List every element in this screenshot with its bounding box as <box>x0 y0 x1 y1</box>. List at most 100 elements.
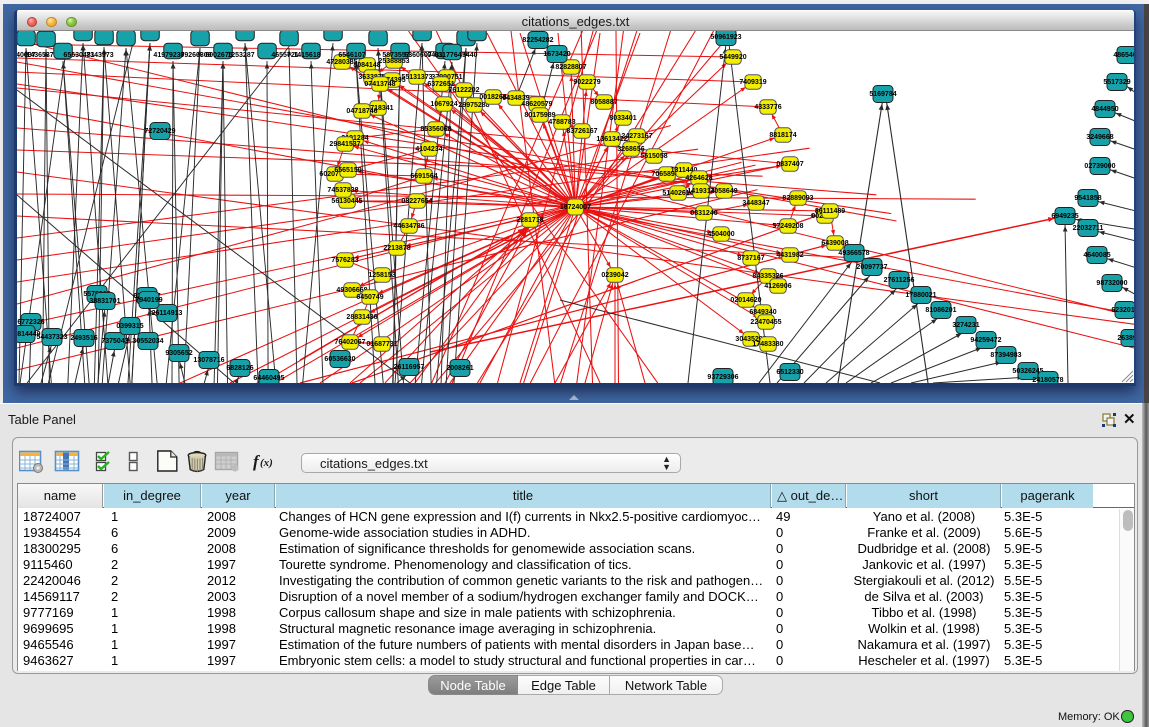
svg-text:29841537: 29841537 <box>329 141 360 148</box>
svg-text:38831701: 38831701 <box>89 298 120 305</box>
svg-text:0239042: 0239042 <box>601 272 628 279</box>
svg-text:29975288: 29975288 <box>458 102 489 109</box>
svg-text:26116957: 26116957 <box>394 364 425 371</box>
svg-text:9541858: 9541858 <box>1074 195 1101 202</box>
svg-text:22470455: 22470455 <box>750 319 781 326</box>
svg-text:1258153: 1258153 <box>368 272 395 279</box>
svg-text:94259472: 94259472 <box>970 337 1001 344</box>
svg-text:7343373: 7343373 <box>86 52 113 59</box>
svg-text:26114913: 26114913 <box>152 310 183 317</box>
svg-text:4104234: 4104234 <box>415 146 442 153</box>
svg-text:5169784: 5169784 <box>869 91 896 98</box>
svg-text:5515058: 5515058 <box>640 153 667 160</box>
svg-text:1673420: 1673420 <box>543 51 570 58</box>
svg-text:18724007: 18724007 <box>560 204 591 211</box>
svg-text:17880021: 17880021 <box>905 292 936 299</box>
svg-text:8033401: 8033401 <box>609 115 636 122</box>
svg-text:0317764: 0317764 <box>434 52 461 59</box>
svg-text:4504000: 4504000 <box>707 231 734 238</box>
svg-text:02739000: 02739000 <box>1084 163 1115 170</box>
svg-text:7940199: 7940199 <box>135 297 162 304</box>
svg-text:56130445: 56130445 <box>331 198 362 205</box>
svg-text:98732000: 98732000 <box>1096 280 1127 287</box>
svg-text:4788783: 4788783 <box>548 119 575 126</box>
svg-text:80175989: 80175989 <box>524 112 555 119</box>
svg-text:9022279: 9022279 <box>573 79 600 86</box>
svg-text:4333776: 4333776 <box>754 104 781 111</box>
svg-text:57249208: 57249208 <box>772 223 803 230</box>
svg-text:83726167: 83726167 <box>566 128 597 135</box>
svg-text:82828807: 82828807 <box>555 64 586 71</box>
svg-text:(x): (x) <box>260 457 273 469</box>
svg-text:3268656: 3268656 <box>617 146 644 153</box>
svg-text:3448347: 3448347 <box>742 200 769 207</box>
svg-text:2008261: 2008261 <box>446 365 473 372</box>
svg-text:4640085: 4640085 <box>1083 252 1110 259</box>
svg-text:6828126: 6828126 <box>226 365 253 372</box>
svg-text:55131373: 55131373 <box>401 74 432 81</box>
svg-text:54437323: 54437323 <box>36 334 67 341</box>
svg-text:6565150: 6565150 <box>334 167 361 174</box>
svg-text:6691564: 6691564 <box>410 173 437 180</box>
svg-text:6546107: 6546107 <box>338 52 365 59</box>
svg-text:4264628: 4264628 <box>685 175 712 182</box>
svg-text:87394983: 87394983 <box>990 352 1021 359</box>
svg-text:8818174: 8818174 <box>769 132 796 139</box>
svg-text:49366578: 49366578 <box>838 250 869 257</box>
svg-text:6949235: 6949235 <box>1051 213 1078 220</box>
svg-text:01687731: 01687731 <box>366 341 397 348</box>
svg-text:86111489: 86111489 <box>815 208 845 215</box>
svg-text:1415618: 1415618 <box>293 52 320 59</box>
svg-text:82889093: 82889093 <box>782 195 813 202</box>
svg-text:22032711: 22032711 <box>1073 225 1104 232</box>
svg-text:50961923: 50961923 <box>710 34 741 41</box>
svg-text:4126906: 4126906 <box>764 283 791 290</box>
svg-text:76122202: 76122202 <box>448 87 479 94</box>
svg-text:74537838: 74537838 <box>327 187 358 194</box>
svg-text:8737167: 8737167 <box>737 255 764 262</box>
svg-text:8084148: 8084148 <box>353 62 380 69</box>
svg-text:08227654: 08227654 <box>401 198 432 205</box>
svg-text:4431982: 4431982 <box>776 252 803 259</box>
svg-text:5449920: 5449920 <box>719 54 746 61</box>
svg-text:7576283: 7576283 <box>331 257 358 264</box>
svg-text:76402067: 76402067 <box>334 339 365 346</box>
svg-text:64460495: 64460495 <box>253 375 284 382</box>
svg-text:0399315: 0399315 <box>116 323 143 330</box>
svg-text:1067924: 1067924 <box>430 101 457 108</box>
svg-text:9305652: 9305652 <box>165 350 192 357</box>
svg-text:6232010: 6232010 <box>1111 307 1134 314</box>
svg-text:93729306: 93729306 <box>707 374 738 381</box>
svg-text:24273167: 24273167 <box>621 133 652 140</box>
svg-text:6450749: 6450749 <box>356 294 383 301</box>
svg-text:3274231: 3274231 <box>952 322 979 329</box>
svg-text:3249668: 3249668 <box>1086 134 1113 141</box>
svg-text:0831240: 0831240 <box>690 210 717 217</box>
svg-text:4844950: 4844950 <box>1091 106 1118 113</box>
svg-text:27611256: 27611256 <box>884 277 915 284</box>
svg-text:4865465: 4865465 <box>1113 52 1134 59</box>
svg-text:02014620: 02014620 <box>730 297 761 304</box>
svg-text:2493516: 2493516 <box>70 335 97 342</box>
svg-text:60536630: 60536630 <box>324 356 355 363</box>
svg-text:28831436: 28831436 <box>346 314 377 321</box>
svg-text:7409319: 7409319 <box>739 79 766 86</box>
svg-text:14365370: 14365370 <box>26 52 57 59</box>
svg-text:13078716: 13078716 <box>193 357 224 364</box>
svg-text:2281718: 2281718 <box>516 217 543 224</box>
svg-text:82254282: 82254282 <box>522 37 553 44</box>
svg-text:81086201: 81086201 <box>925 307 956 314</box>
svg-text:0837407: 0837407 <box>776 161 803 168</box>
svg-text:6512330: 6512330 <box>776 369 803 376</box>
svg-text:24180578: 24180578 <box>1032 377 1063 383</box>
svg-text:17483380: 17483380 <box>752 341 783 348</box>
svg-text:44634786: 44634786 <box>393 223 424 230</box>
svg-text:5517329: 5517329 <box>1103 79 1130 86</box>
svg-text:7058649: 7058649 <box>710 188 737 195</box>
svg-text:72720429: 72720429 <box>144 128 175 135</box>
svg-text:2213878: 2213878 <box>383 245 410 252</box>
svg-text:8058887: 8058887 <box>590 99 617 106</box>
svg-text:1253287: 1253287 <box>227 52 254 59</box>
svg-text:48620579: 48620579 <box>521 101 552 108</box>
svg-text:2638986: 2638986 <box>1117 335 1134 342</box>
